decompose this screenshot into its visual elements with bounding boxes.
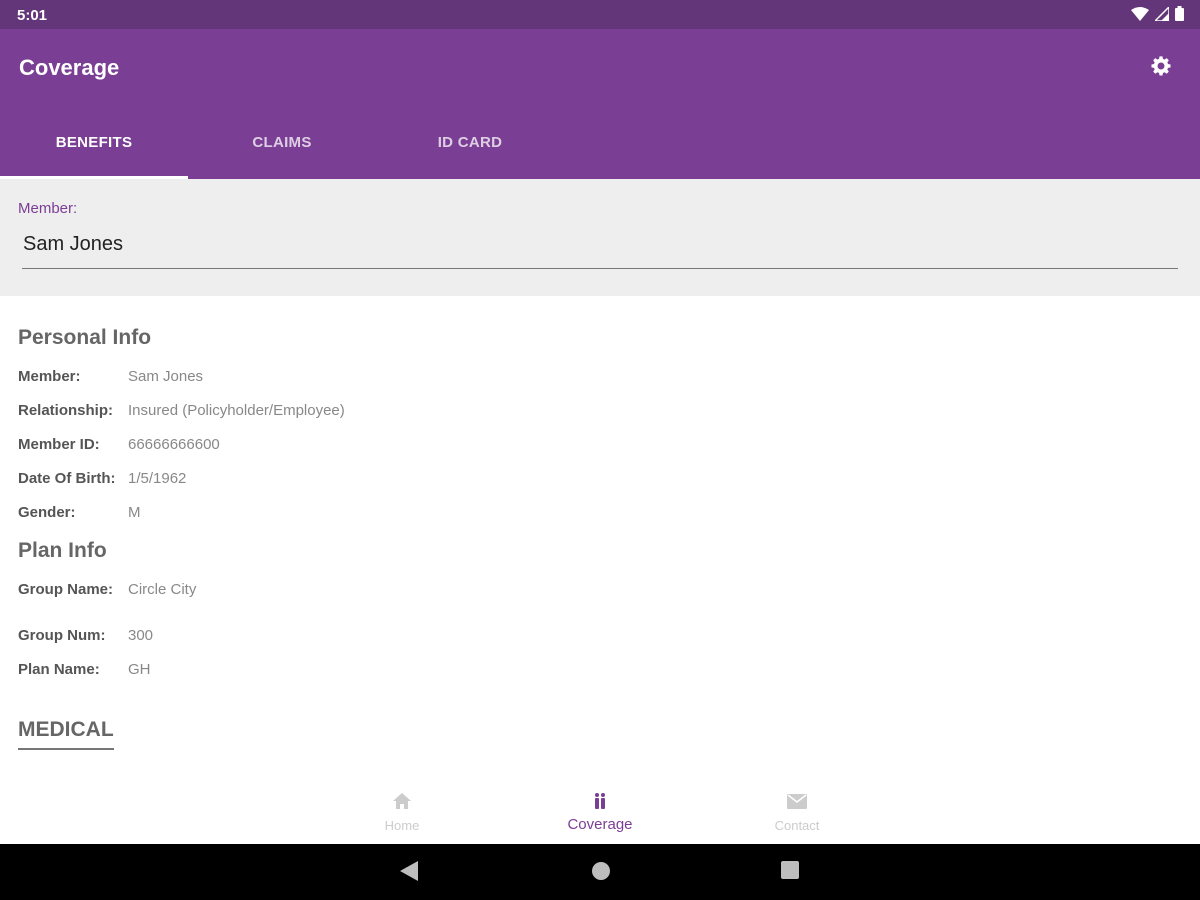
recents-icon[interactable] [781, 861, 799, 884]
gear-icon [1150, 56, 1172, 81]
system-nav-bar [0, 844, 1200, 900]
info-value: Circle City [128, 581, 197, 598]
battery-icon [1175, 6, 1184, 26]
member-selector-label: Member: [18, 200, 78, 217]
tab-benefits[interactable]: BENEFITS [0, 117, 188, 179]
member-dropdown[interactable]: Sam Jones [22, 233, 1178, 269]
info-value: M [128, 504, 141, 521]
page-title: Coverage [19, 55, 120, 80]
nav-label: Coverage [567, 816, 633, 833]
info-key: Relationship: [18, 402, 114, 419]
wifi-icon [1131, 6, 1149, 26]
settings-button[interactable] [1150, 55, 1174, 79]
plan-info-title: Plan Info [18, 539, 107, 562]
info-value: Insured (Policyholder/Employee) [128, 402, 345, 419]
nav-coverage[interactable]: Coverage [540, 790, 660, 833]
family-icon [540, 790, 660, 812]
info-key: Group Num: [18, 627, 106, 644]
info-value: 1/5/1962 [128, 470, 187, 487]
mail-icon [737, 790, 857, 812]
info-value: GH [128, 661, 151, 678]
home-icon [342, 790, 462, 812]
info-key: Gender: [18, 504, 76, 521]
home-button-icon[interactable] [591, 861, 611, 886]
tab-bar: BENEFITS CLAIMS ID CARD [0, 117, 564, 179]
info-key: Plan Name: [18, 661, 100, 678]
app-bar: Coverage BENEFITS CLAIMS ID CARD [0, 29, 1200, 179]
nav-label: Home [384, 818, 420, 833]
signal-icon [1153, 4, 1170, 26]
nav-home[interactable]: Home [342, 790, 462, 833]
info-key: Group Name: [18, 581, 114, 598]
nav-label: Contact [774, 818, 820, 833]
nav-contact[interactable]: Contact [737, 790, 857, 833]
member-selector-section: Member: Sam Jones [0, 179, 1200, 296]
info-value: Sam Jones [128, 368, 204, 385]
status-icons [1131, 4, 1184, 26]
medical-section-header[interactable]: MEDICAL [18, 718, 114, 750]
info-value: 300 [128, 627, 154, 644]
bottom-nav: Home Coverage Contact [0, 778, 1200, 844]
status-time: 5:01 [17, 7, 48, 24]
back-icon[interactable] [400, 861, 418, 886]
tab-claims[interactable]: CLAIMS [188, 117, 376, 179]
info-value: 66666666600 [128, 436, 220, 453]
personal-info-title: Personal Info [18, 326, 152, 349]
info-key: Date Of Birth: [18, 470, 116, 487]
info-key: Member: [18, 368, 81, 385]
status-bar: 5:01 [0, 0, 1200, 29]
info-key: Member ID: [18, 436, 100, 453]
tab-id-card[interactable]: ID CARD [376, 117, 564, 179]
